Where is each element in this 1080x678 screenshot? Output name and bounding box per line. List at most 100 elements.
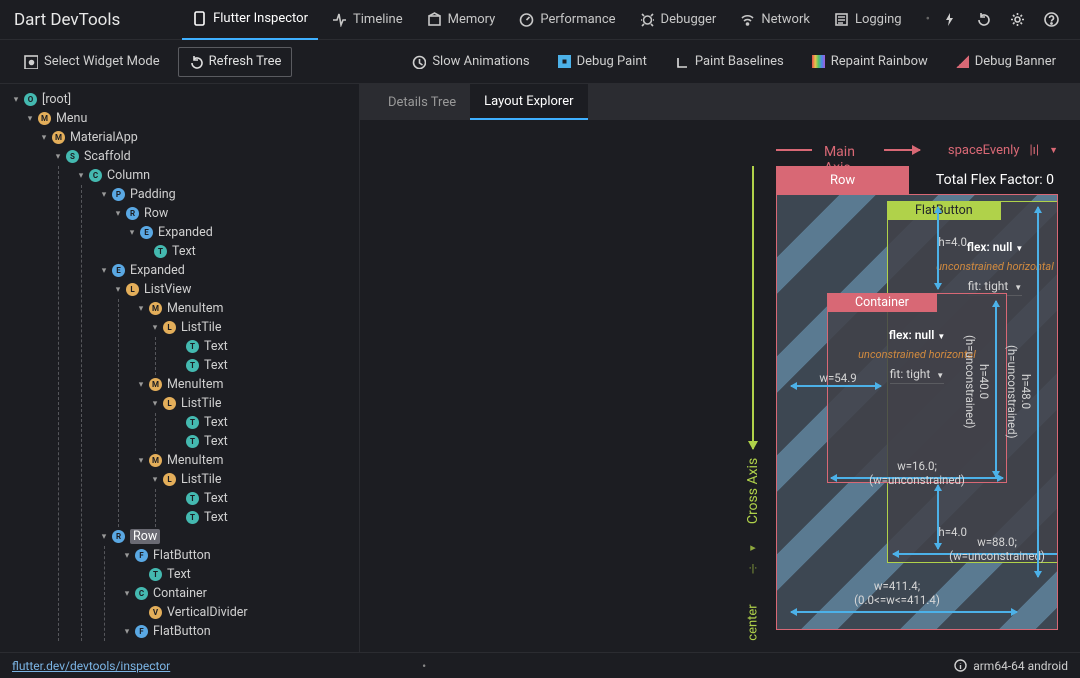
tree-node-text[interactable]: TText bbox=[162, 508, 359, 527]
tool-btn-label: Slow Animations bbox=[432, 54, 529, 69]
nav-tab-label: Flutter Inspector bbox=[213, 11, 308, 26]
slow-animations-button[interactable]: Slow Animations bbox=[402, 47, 539, 77]
cross-axis-label: Cross Axis bbox=[745, 458, 761, 524]
tree-node-text[interactable]: TText bbox=[162, 356, 359, 375]
tool-btn-label: Debug Banner bbox=[975, 54, 1056, 69]
nav-tab-flutter-inspector[interactable]: Flutter Inspector bbox=[182, 0, 318, 40]
baselines-icon bbox=[675, 55, 689, 69]
grid-icon bbox=[558, 55, 571, 68]
bug-icon bbox=[640, 12, 655, 27]
flash-icon[interactable] bbox=[934, 0, 964, 40]
clock-icon bbox=[412, 55, 426, 69]
tool-btn-label: Repaint Rainbow bbox=[831, 54, 928, 69]
banner-icon bbox=[956, 55, 969, 68]
tree-node-scaffold[interactable]: ▾SScaffold bbox=[42, 147, 359, 166]
cross-axis-expand-toggle[interactable]: ▸ bbox=[750, 541, 756, 554]
tree-node-menu[interactable]: ▾MMenu bbox=[14, 109, 359, 128]
tool-btn-label: Refresh Tree bbox=[209, 54, 282, 69]
sub-tab-details-tree[interactable]: Details Tree bbox=[374, 84, 470, 120]
rainbow-icon bbox=[812, 55, 825, 68]
cross-axis-dropdown[interactable]: center bbox=[746, 604, 761, 640]
tree-node-row-selected[interactable]: ▾RRow bbox=[88, 527, 359, 546]
tool-btn-label: Select Widget Mode bbox=[44, 54, 160, 69]
tree-node-text[interactable]: TText bbox=[162, 337, 359, 356]
tree-node-verticaldivider[interactable]: VVerticalDivider bbox=[125, 603, 359, 622]
refresh-tree-button[interactable]: Refresh Tree bbox=[178, 47, 293, 77]
tree-node-listview[interactable]: ▾LListView bbox=[102, 280, 359, 299]
nav-tab-label: Timeline bbox=[353, 12, 403, 27]
device-target: arm64-64 android bbox=[954, 659, 1068, 673]
tree-node-flatbutton[interactable]: ▾FFlatButton bbox=[111, 546, 359, 565]
dim-gap-left: w=54.9 bbox=[803, 371, 873, 385]
dim-row-h: h=48.0 (h=unconstrained) bbox=[1005, 345, 1033, 439]
widget-tree-panel[interactable]: ▾O[root] ▾MMenu ▾MMaterialApp ▾SScaffold… bbox=[0, 84, 360, 652]
refresh-icon bbox=[189, 55, 203, 69]
total-flex-factor: Total Flex Factor: 0 bbox=[936, 166, 1058, 194]
sub-tab-layout-explorer[interactable]: Layout Explorer bbox=[470, 84, 587, 120]
tree-node-text[interactable]: TText bbox=[125, 565, 359, 584]
repaint-rainbow-button[interactable]: Repaint Rainbow bbox=[802, 47, 938, 77]
dim-gap-bot: h=4.0 bbox=[938, 525, 967, 539]
help-icon[interactable] bbox=[1036, 0, 1066, 40]
dim-gap-top: h=4.0 bbox=[938, 235, 967, 249]
nav-tab-network[interactable]: Network bbox=[730, 0, 820, 40]
tree-node-container[interactable]: ▾CContainer bbox=[111, 584, 359, 603]
dim-row-w: w=411.4; (0.0<=w<=411.4) bbox=[777, 579, 1017, 607]
unconstrained-warning: unconstrained horizontal bbox=[858, 348, 976, 361]
gauge-icon bbox=[519, 12, 534, 27]
tree-node-text[interactable]: TText bbox=[162, 432, 359, 451]
tree-node-flatbutton2[interactable]: ▾FFlatButton bbox=[111, 622, 359, 641]
nav-tab-label: Memory bbox=[448, 12, 496, 27]
dim-cont-w: w=16.0; (w=unconstrained) bbox=[831, 459, 1003, 487]
tree-node-menuitem[interactable]: ▾MMenuItem bbox=[125, 451, 359, 470]
footer-docs-link[interactable]: flutter.dev/devtools/inspector bbox=[12, 659, 170, 673]
app-title: Dart DevTools bbox=[14, 10, 120, 30]
nav-tab-performance[interactable]: Performance bbox=[509, 0, 625, 40]
row-chip: Row bbox=[776, 166, 909, 194]
tool-btn-label: Paint Baselines bbox=[695, 54, 784, 69]
nav-tab-label: Performance bbox=[540, 12, 615, 27]
tree-node-column[interactable]: ▾CColumn bbox=[65, 166, 359, 185]
debug-paint-button[interactable]: Debug Paint bbox=[548, 47, 657, 77]
tree-node-listtile[interactable]: ▾LListTile bbox=[139, 394, 359, 413]
cross-axis-align-icon[interactable]: ·|· bbox=[749, 562, 757, 575]
nav-tab-label: Debugger bbox=[661, 12, 717, 27]
chevron-down-icon: ▼ bbox=[1049, 145, 1058, 156]
nav-tab-debugger[interactable]: Debugger bbox=[630, 0, 727, 40]
tree-node-padding[interactable]: ▾PPadding bbox=[88, 185, 359, 204]
chevron-down-icon[interactable]: ▼ bbox=[937, 332, 945, 341]
pulse-icon bbox=[332, 12, 347, 27]
wifi-icon bbox=[740, 12, 755, 27]
tree-node-menuitem[interactable]: ▾MMenuItem bbox=[125, 375, 359, 394]
nav-tab-memory[interactable]: Memory bbox=[417, 0, 506, 40]
tree-node-text[interactable]: TText bbox=[162, 489, 359, 508]
distribute-icon: |ı| bbox=[1030, 143, 1040, 158]
tree-node-root[interactable]: ▾O[root] bbox=[0, 90, 359, 109]
tree-node-text[interactable]: TText bbox=[162, 413, 359, 432]
nav-tab-logging[interactable]: Logging bbox=[824, 0, 912, 40]
select-widget-mode-button[interactable]: Select Widget Mode bbox=[14, 47, 170, 77]
tree-node-expanded[interactable]: ▾EExpanded bbox=[116, 223, 359, 242]
tree-node-expanded2[interactable]: ▾EExpanded bbox=[88, 261, 359, 280]
restart-icon[interactable] bbox=[968, 0, 998, 40]
paint-baselines-button[interactable]: Paint Baselines bbox=[665, 47, 794, 77]
phone-icon bbox=[192, 11, 207, 26]
tree-node-text[interactable]: TText bbox=[130, 242, 359, 261]
tree-node-materialapp[interactable]: ▾MMaterialApp bbox=[28, 128, 359, 147]
tree-node-listtile[interactable]: ▾LListTile bbox=[139, 318, 359, 337]
fit-dropdown[interactable]: fit: tight ▼ bbox=[890, 367, 944, 384]
tool-btn-label: Debug Paint bbox=[577, 54, 647, 69]
main-axis-dropdown[interactable]: spaceEvenly |ı| ▼ bbox=[948, 143, 1058, 158]
layout-row-body: FlatButton flex: null ▼ unconstrained ho… bbox=[776, 194, 1058, 630]
nav-tab-label: Network bbox=[761, 12, 810, 27]
nav-tab-timeline[interactable]: Timeline bbox=[322, 0, 413, 40]
nav-tab-label: Logging bbox=[855, 12, 902, 27]
tree-node-row[interactable]: ▾RRow bbox=[102, 204, 359, 223]
dim-cont-h: h=40.0 (h=unconstrained) bbox=[963, 335, 991, 429]
debug-banner-button[interactable]: Debug Banner bbox=[946, 47, 1066, 77]
tree-node-listtile[interactable]: ▾LListTile bbox=[139, 470, 359, 489]
file-icon bbox=[834, 12, 849, 27]
chevron-down-icon[interactable]: ▼ bbox=[1015, 244, 1023, 253]
settings-icon[interactable] bbox=[1002, 0, 1032, 40]
tree-node-menuitem[interactable]: ▾MMenuItem bbox=[125, 299, 359, 318]
